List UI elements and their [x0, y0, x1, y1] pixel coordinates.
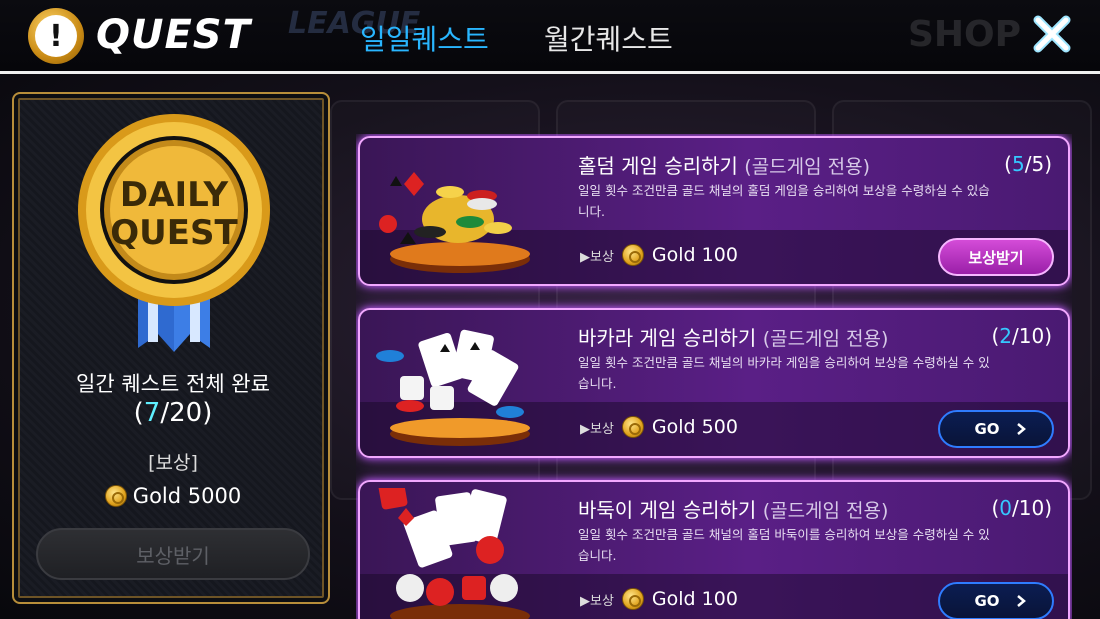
daily-quest-medal-icon: DAILY QUEST	[78, 114, 270, 352]
coin-icon	[621, 588, 644, 610]
page-title: QUEST	[96, 12, 251, 58]
close-button[interactable]	[1030, 12, 1074, 56]
chevron-right-icon	[1016, 423, 1026, 435]
summary-reward-label: [보상]	[148, 452, 198, 474]
quest-screen: LEAGUE ! QUEST 일일퀘스트 월간퀘스트 SHOP DAILY QU…	[0, 0, 1100, 619]
daily-summary-panel: DAILY QUEST 일간 퀘스트 전체 완료 (7/20) [보상] Gol…	[12, 92, 330, 604]
quest-title: 바둑이 게임 승리하기 (골드게임 전용)	[578, 498, 889, 522]
quest-reward-value: Gold 500	[651, 416, 738, 438]
chevron-right-icon	[1016, 595, 1026, 607]
header-bar: LEAGUE ! QUEST 일일퀘스트 월간퀘스트 SHOP	[0, 0, 1100, 74]
quest-progress: (2/10)	[991, 324, 1052, 348]
summary-reward: Gold 5000	[14, 484, 332, 508]
quest-description: 일일 횟수 조건만큼 골드 채널의 홀덤 게임을 승리하여 보상을 수령하실 수…	[578, 183, 990, 219]
quest-description: 일일 횟수 조건만큼 골드 채널의 바카라 게임을 승리하여 보상을 수령하실 …	[578, 355, 990, 391]
quest-reward-value: Gold 100	[651, 244, 738, 266]
claim-reward-button[interactable]: 보상받기	[938, 238, 1054, 276]
quest-title: 바카라 게임 승리하기 (골드게임 전용)	[578, 326, 889, 350]
summary-progress: (7/20)	[133, 398, 213, 428]
summary-claim-button[interactable]: 보상받기	[36, 528, 310, 580]
go-button[interactable]: GO	[938, 582, 1054, 619]
chips-cards-illustration-icon	[379, 172, 530, 273]
quest-card-baccarat: 바카라 게임 승리하기 (골드게임 전용) (2/10) 일일 횟수 조건만큼 …	[358, 308, 1070, 458]
quest-title: 홀덤 게임 승리하기 (골드게임 전용)	[578, 154, 871, 178]
cards-chips-dice-illustration-icon	[378, 488, 530, 619]
quest-reward-value: Gold 100	[651, 588, 738, 610]
shop-background-label: SHOP	[908, 14, 1022, 55]
cards-dice-illustration-icon	[376, 329, 530, 446]
quest-reward-label: ▶보상	[580, 593, 614, 609]
coin-icon	[621, 416, 644, 438]
go-button-label: GO	[974, 592, 1000, 610]
summary-progress-total: 20	[169, 398, 203, 428]
medal-text-top: DAILY	[120, 175, 229, 215]
coin-icon	[104, 485, 127, 507]
quest-reward: ▶보상 Gold 100	[580, 244, 738, 266]
summary-title: 일간 퀘스트 전체 완료	[76, 372, 270, 396]
quest-card-holdem: 홀덤 게임 승리하기 (골드게임 전용) (5/5) 일일 횟수 조건만큼 골드…	[358, 136, 1070, 286]
quest-reward-label: ▶보상	[580, 421, 614, 437]
tab-daily-quest[interactable]: 일일퀘스트	[360, 18, 489, 58]
coin-icon	[621, 244, 644, 266]
summary-reward-value: Gold 5000	[132, 484, 242, 508]
go-button[interactable]: GO	[938, 410, 1054, 448]
close-icon	[1033, 15, 1071, 53]
quest-progress: (5/5)	[1004, 152, 1052, 176]
go-button-label: GO	[974, 420, 1000, 438]
tab-monthly-quest[interactable]: 월간퀘스트	[544, 18, 673, 58]
quest-reward: ▶보상 Gold 100	[580, 588, 738, 610]
quest-list[interactable]: 홀덤 게임 승리하기 (골드게임 전용) (5/5) 일일 횟수 조건만큼 골드…	[356, 134, 1072, 619]
quest-card-badugi: 바둑이 게임 승리하기 (골드게임 전용) (0/10) 일일 횟수 조건만큼 …	[358, 480, 1070, 619]
quest-progress: (0/10)	[991, 496, 1052, 520]
summary-progress-current: 7	[143, 398, 161, 428]
quest-reward: ▶보상 Gold 500	[580, 416, 738, 438]
quest-reward-label: ▶보상	[580, 249, 614, 265]
exclamation-icon: !	[28, 8, 84, 64]
medal-text-bottom: QUEST	[110, 213, 238, 253]
quest-description: 일일 횟수 조건만큼 골드 채널의 홀덤 바둑이를 승리하여 보상을 수령하실 …	[578, 527, 990, 563]
